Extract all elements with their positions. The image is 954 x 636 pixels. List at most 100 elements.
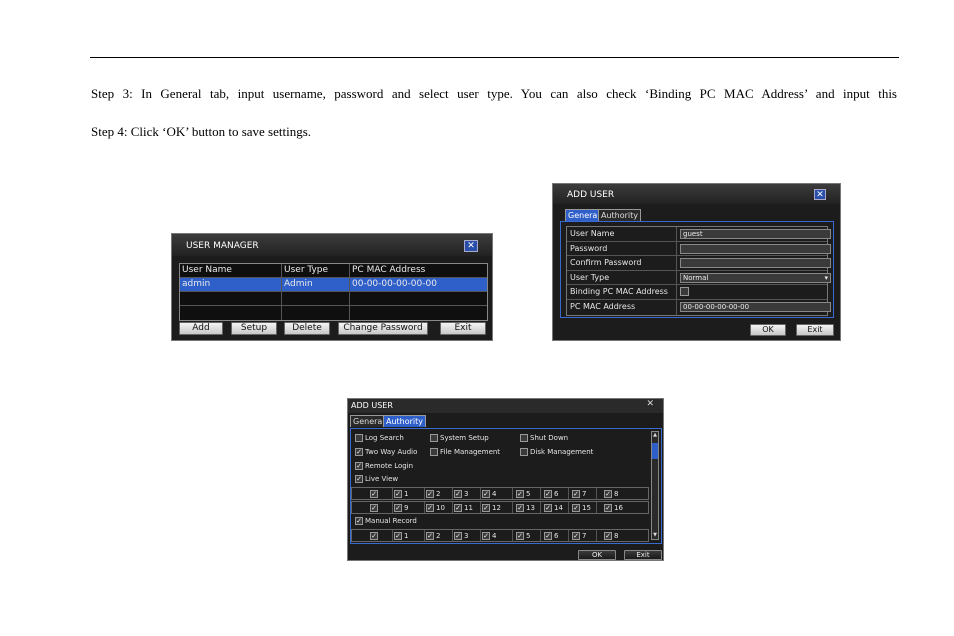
- live-view-all-option[interactable]: ✓: [370, 490, 380, 499]
- close-icon[interactable]: ✕: [464, 240, 478, 252]
- manual-record-channel-option[interactable]: ✓ 1: [394, 532, 408, 541]
- live-view-channel-checkbox[interactable]: ✓: [454, 504, 462, 512]
- live-view-channel-option[interactable]: ✓ 12: [482, 504, 501, 513]
- live-view-all-checkbox[interactable]: ✓: [370, 490, 378, 498]
- live-view-channel-option[interactable]: ✓ 6: [544, 490, 558, 499]
- manual-record-channel-option[interactable]: ✓ 4: [482, 532, 496, 541]
- live-view-option[interactable]: ✓ Live View: [355, 475, 398, 484]
- live-view-channel-checkbox[interactable]: ✓: [604, 490, 612, 498]
- live-view-channel-checkbox[interactable]: ✓: [482, 490, 490, 498]
- live-view-channel-option[interactable]: ✓ 15: [572, 504, 591, 513]
- live-view-all-option[interactable]: ✓: [370, 504, 380, 513]
- live-view-channel-option[interactable]: ✓ 11: [454, 504, 473, 513]
- manual-record-channel-option[interactable]: ✓ 8: [604, 532, 618, 541]
- manual-record-all-checkbox[interactable]: ✓: [370, 532, 378, 540]
- live-view-channel-checkbox[interactable]: ✓: [604, 504, 612, 512]
- live-view-channel-checkbox[interactable]: ✓: [516, 504, 524, 512]
- manual-record-channel-checkbox[interactable]: ✓: [454, 532, 462, 540]
- live-view-channel-checkbox[interactable]: ✓: [572, 504, 580, 512]
- system-setup-option[interactable]: System Setup: [430, 434, 489, 443]
- manual-record-checkbox[interactable]: ✓: [355, 517, 363, 525]
- shut-down-checkbox[interactable]: [520, 434, 528, 442]
- live-view-channel-checkbox[interactable]: ✓: [394, 490, 402, 498]
- live-view-channel-option[interactable]: ✓ 9: [394, 504, 408, 513]
- manual-record-channel-checkbox[interactable]: ✓: [604, 532, 612, 540]
- delete-button[interactable]: Delete: [284, 322, 330, 335]
- scroll-down-icon[interactable]: ▼: [652, 532, 658, 539]
- scroll-up-icon[interactable]: ▲: [652, 432, 658, 439]
- manual-record-channel-checkbox[interactable]: ✓: [426, 532, 434, 540]
- binding-mac-checkbox[interactable]: [680, 287, 689, 297]
- disk-management-option[interactable]: Disk Management: [520, 448, 593, 457]
- user-name-input[interactable]: guest: [680, 229, 831, 239]
- scrollbar[interactable]: ▲ ▼: [651, 431, 659, 540]
- manual-record-channel-checkbox[interactable]: ✓: [572, 532, 580, 540]
- live-view-channel-option[interactable]: ✓ 10: [426, 504, 445, 513]
- live-view-checkbox[interactable]: ✓: [355, 475, 363, 483]
- log-search-checkbox[interactable]: [355, 434, 363, 442]
- remote-login-checkbox[interactable]: ✓: [355, 462, 363, 470]
- system-setup-checkbox[interactable]: [430, 434, 438, 442]
- tab-general[interactable]: General: [350, 415, 388, 427]
- table-row[interactable]: admin Admin 00-00-00-00-00-00: [180, 278, 487, 292]
- manual-record-option[interactable]: ✓ Manual Record: [355, 517, 417, 526]
- password-input[interactable]: [680, 243, 831, 254]
- mac-address-input[interactable]: 00-00-00-00-00-00: [680, 301, 831, 312]
- tab-authority[interactable]: Authority: [383, 415, 427, 427]
- change-password-button[interactable]: Change Password: [338, 322, 428, 335]
- live-view-channel-option[interactable]: ✓ 8: [604, 490, 618, 499]
- live-view-channel-checkbox[interactable]: ✓: [394, 504, 402, 512]
- live-view-channel-option[interactable]: ✓ 16: [604, 504, 623, 513]
- live-view-channel-option[interactable]: ✓ 7: [572, 490, 586, 499]
- manual-record-channel-checkbox[interactable]: ✓: [394, 532, 402, 540]
- ok-button[interactable]: OK: [750, 324, 786, 336]
- live-view-channel-checkbox[interactable]: ✓: [454, 490, 462, 498]
- ok-button[interactable]: OK: [578, 550, 616, 560]
- live-view-channel-checkbox[interactable]: ✓: [516, 490, 524, 498]
- disk-management-checkbox[interactable]: [520, 448, 528, 456]
- user-type-select[interactable]: Normal: [680, 272, 831, 283]
- live-view-channel-option[interactable]: ✓ 14: [544, 504, 563, 513]
- live-view-channel-option[interactable]: ✓ 1: [394, 490, 408, 499]
- live-view-channel-checkbox[interactable]: ✓: [426, 504, 434, 512]
- tab-general[interactable]: General: [565, 209, 603, 221]
- manual-record-channel-option[interactable]: ✓ 2: [426, 532, 440, 541]
- manual-record-all-option[interactable]: ✓: [370, 532, 380, 541]
- confirm-password-input[interactable]: [680, 258, 831, 269]
- two-way-audio-checkbox[interactable]: ✓: [355, 448, 363, 456]
- manual-record-channel-option[interactable]: ✓ 3: [454, 532, 468, 541]
- shut-down-option[interactable]: Shut Down: [520, 434, 568, 443]
- live-view-channel-checkbox[interactable]: ✓: [544, 504, 552, 512]
- file-management-checkbox[interactable]: [430, 448, 438, 456]
- exit-button[interactable]: Exit: [440, 322, 486, 335]
- close-icon[interactable]: ✕: [814, 189, 826, 200]
- live-view-channel-checkbox[interactable]: ✓: [572, 490, 580, 498]
- tab-authority[interactable]: Authority: [598, 209, 642, 221]
- file-management-option[interactable]: File Management: [430, 448, 500, 457]
- manual-record-channel-checkbox[interactable]: ✓: [544, 532, 552, 540]
- close-icon[interactable]: ✕: [646, 399, 654, 409]
- log-search-option[interactable]: Log Search: [355, 434, 404, 443]
- remote-login-option[interactable]: ✓ Remote Login: [355, 462, 413, 471]
- live-view-channel-option[interactable]: ✓ 2: [426, 490, 440, 499]
- add-button[interactable]: Add: [179, 322, 223, 335]
- live-view-channel-option[interactable]: ✓ 5: [516, 490, 530, 499]
- live-view-channel-option[interactable]: ✓ 3: [454, 490, 468, 499]
- live-view-channel-option[interactable]: ✓ 4: [482, 490, 496, 499]
- manual-record-channel-option[interactable]: ✓ 7: [572, 532, 586, 541]
- manual-record-channel-option[interactable]: ✓ 6: [544, 532, 558, 541]
- exit-button[interactable]: Exit: [796, 324, 834, 336]
- table-row-empty[interactable]: [180, 306, 487, 320]
- exit-button[interactable]: Exit: [624, 550, 662, 560]
- manual-record-channel-checkbox[interactable]: ✓: [482, 532, 490, 540]
- table-row-empty[interactable]: [180, 292, 487, 306]
- manual-record-channel-checkbox[interactable]: ✓: [516, 532, 524, 540]
- manual-record-channel-option[interactable]: ✓ 5: [516, 532, 530, 541]
- live-view-channel-checkbox[interactable]: ✓: [544, 490, 552, 498]
- live-view-channel-checkbox[interactable]: ✓: [426, 490, 434, 498]
- live-view-channel-option[interactable]: ✓ 13: [516, 504, 535, 513]
- live-view-all-checkbox[interactable]: ✓: [370, 504, 378, 512]
- scrollbar-thumb[interactable]: [652, 443, 658, 459]
- live-view-channel-checkbox[interactable]: ✓: [482, 504, 490, 512]
- two-way-audio-option[interactable]: ✓ Two Way Audio: [355, 448, 417, 457]
